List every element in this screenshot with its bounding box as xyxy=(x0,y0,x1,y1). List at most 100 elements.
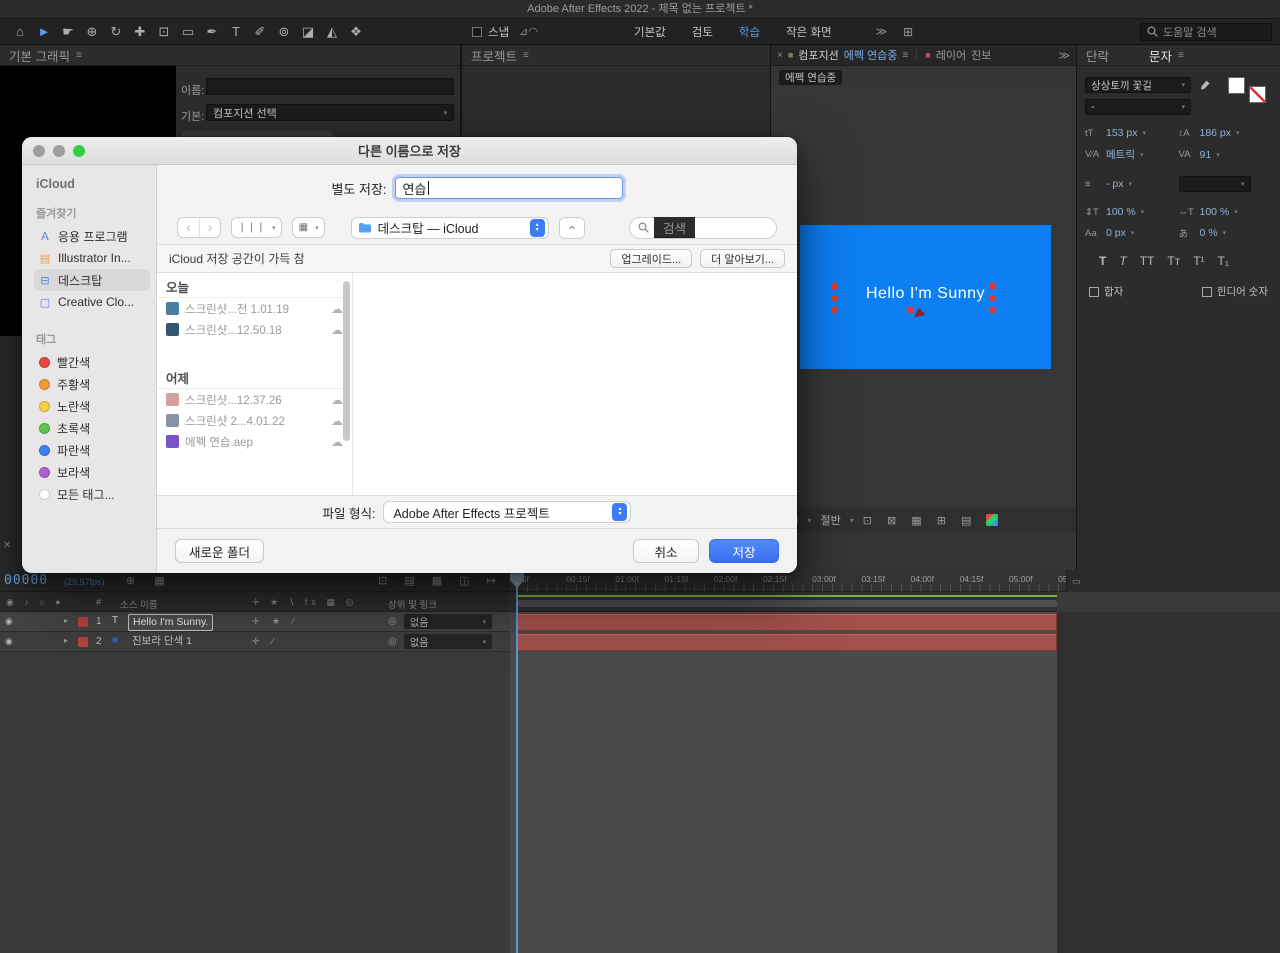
home-tool-icon[interactable]: ⌂ xyxy=(8,24,32,39)
dialog-titlebar[interactable]: 다른 이름으로 저장 xyxy=(22,137,797,165)
icloud-download-icon[interactable]: ☁ xyxy=(331,414,343,428)
baseline-shift-control[interactable]: Aa 0 px ▾ xyxy=(1085,226,1179,240)
upgrade-button[interactable]: 업그레이드... xyxy=(610,249,693,268)
zoom-traffic-light[interactable] xyxy=(73,145,85,157)
shape-tool-icon[interactable]: ▭ xyxy=(176,24,200,40)
primary-comp-dropdown[interactable]: 컴포지션 선택 ▾ xyxy=(206,104,454,121)
resolution-dropdown[interactable]: 절반 xyxy=(820,512,840,528)
snap-angle-icon[interactable]: ⊿ xyxy=(519,26,528,38)
selection-tool-icon[interactable]: ► xyxy=(32,24,56,39)
panel-menu-icon[interactable]: ≡ xyxy=(523,50,529,61)
layer-row[interactable]: ◉ ▸ 1 T Hello I'm Sunny. ✛ ★ ∕ ◎ 없음 ▾ xyxy=(0,612,510,632)
file-format-dropdown[interactable]: Adobe After Effects 프로젝트 ▴ ▾ xyxy=(383,501,632,523)
format-stepper[interactable]: ▴ ▾ xyxy=(612,503,628,521)
expand-chevron-icon[interactable]: ▸ xyxy=(64,636,68,645)
workspace-overflow-icon[interactable]: ≫ xyxy=(876,25,888,38)
sidebar-favorite-item[interactable]: ▤ Illustrator In... xyxy=(34,247,150,269)
composition-breadcrumb[interactable]: 에펙 연습중 xyxy=(779,70,843,85)
expand-button[interactable]: › xyxy=(558,216,585,239)
layer-duration-bar[interactable] xyxy=(517,613,1057,631)
project-panel-header[interactable]: 프로젝트 ≡ xyxy=(462,45,770,66)
layer-label-color[interactable] xyxy=(78,637,88,647)
type-tool-icon[interactable]: T xyxy=(224,24,248,39)
channel-color-icon[interactable] xyxy=(986,514,999,526)
file-row[interactable]: 스크린샷...12.50.18 ☁ xyxy=(157,319,352,340)
eyedropper-icon[interactable] xyxy=(1199,79,1211,91)
help-search-field[interactable]: 도움말 검색 xyxy=(1140,22,1272,41)
timeline-search-icons[interactable]: ⊕ ▦ xyxy=(126,574,173,587)
sidebar-tag-item[interactable]: 보라색 xyxy=(34,461,150,483)
zoom-tool-icon[interactable]: ⊕ xyxy=(80,24,104,40)
essential-graphics-header[interactable]: 기본 그래픽 ≡ xyxy=(0,45,460,66)
type-style-button[interactable]: T xyxy=(1119,254,1126,268)
file-browser-empty-area[interactable] xyxy=(353,273,797,495)
filename-input[interactable]: 연습 xyxy=(394,177,623,199)
workspace-tab[interactable]: 검토 xyxy=(692,24,713,40)
kerning-value[interactable]: 메트릭 xyxy=(1106,147,1135,162)
type-style-button[interactable]: T¹ xyxy=(1193,254,1204,268)
location-dropdown[interactable]: 데스크탑 — iCloud ▴ ▾ xyxy=(350,216,549,239)
sidebar-tag-item[interactable]: 초록색 xyxy=(34,417,150,439)
location-stepper[interactable]: ▴ ▾ xyxy=(529,218,545,237)
tracking-control[interactable]: VA 91 ▾ xyxy=(1179,147,1273,162)
selection-handle[interactable] xyxy=(831,283,837,289)
cancel-button[interactable]: 취소 xyxy=(633,539,699,563)
selection-handle[interactable] xyxy=(989,283,995,289)
pan-behind-tool-icon[interactable]: ⊡ xyxy=(152,24,176,40)
layer-switches[interactable]: ✛ ★ ∕ xyxy=(252,616,299,627)
layer-tab[interactable]: 레이어 xyxy=(936,47,966,63)
brush-tool-icon[interactable]: ✐ xyxy=(248,24,272,40)
layer-tab-name[interactable]: 진보 xyxy=(971,47,991,63)
tsume-control[interactable]: あ 0 % ▾ xyxy=(1179,226,1273,240)
selection-handle[interactable] xyxy=(989,307,995,313)
group-view-control[interactable]: ▦ ▾ xyxy=(291,217,325,238)
timeline-track-area[interactable] xyxy=(510,612,1057,953)
layer-number-column[interactable]: # xyxy=(96,597,101,608)
selection-handle[interactable] xyxy=(831,295,837,301)
kerning-control[interactable]: V∕A 메트릭 ▾ xyxy=(1085,147,1179,162)
tracking-value[interactable]: 91 xyxy=(1200,149,1212,161)
sidebar-tag-item[interactable]: 파란색 xyxy=(34,439,150,461)
type-style-button[interactable]: T xyxy=(1099,254,1106,268)
pen-tool-icon[interactable]: ✒ xyxy=(200,24,224,40)
roto-brush-tool-icon[interactable]: ◭ xyxy=(320,24,344,40)
composition-canvas[interactable]: Hello I'm Sunny xyxy=(800,225,1051,369)
fill-color-swatch[interactable] xyxy=(1228,77,1245,94)
eraser-tool-icon[interactable]: ◪ xyxy=(296,24,320,40)
sidebar-favorite-item[interactable]: ▢ Creative Clo... xyxy=(34,291,150,313)
parent-link-column[interactable]: 상위 및 링크 xyxy=(388,597,437,611)
stroke-style-dropdown[interactable]: ▾ xyxy=(1178,176,1273,192)
canvas-text-layer[interactable]: Hello I'm Sunny xyxy=(800,285,1051,303)
forward-button[interactable]: › xyxy=(199,218,220,237)
file-row[interactable]: 스크린샷...12.37.26 ☁ xyxy=(157,389,352,410)
parent-dropdown[interactable]: 없음 ▾ xyxy=(404,634,492,649)
pan-camera-tool-icon[interactable]: ✚ xyxy=(128,24,152,40)
workspace-tab[interactable]: 기본값 xyxy=(634,24,666,40)
selection-handle[interactable] xyxy=(989,295,995,301)
clone-stamp-tool-icon[interactable]: ⊚ xyxy=(272,24,296,40)
layer-duration-bar[interactable] xyxy=(517,633,1057,651)
leading-value[interactable]: 186 px xyxy=(1200,127,1232,139)
sidebar-tag-item[interactable]: 주황색 xyxy=(34,373,150,395)
timeline-option-icons[interactable]: ⊡ ▤ ▦ ◫ ↦ xyxy=(378,574,503,587)
comp-marker-icon[interactable]: ▭ xyxy=(1072,576,1081,587)
layer-name[interactable]: 진보라 단색 1 xyxy=(128,634,196,649)
new-folder-button[interactable]: 새로운 폴더 xyxy=(175,539,264,563)
type-style-button[interactable]: T₁ xyxy=(1218,254,1229,268)
current-time-indicator[interactable] xyxy=(516,570,518,953)
baseline-shift-value[interactable]: 0 px xyxy=(1106,227,1126,239)
panel-menu-icon[interactable]: ≡ xyxy=(1178,50,1184,61)
orbit-camera-tool-icon[interactable]: ↻ xyxy=(104,24,128,40)
horizontal-scale-value[interactable]: 100 % xyxy=(1200,206,1230,218)
file-row[interactable]: 스크린샷...전 1.01.19 ☁ xyxy=(157,298,352,319)
dialog-search-field[interactable]: 검색 xyxy=(629,216,777,239)
view-option-icons[interactable]: ⊡ ⊠ ▦ ⊞ ▤ xyxy=(863,514,978,527)
font-size-value[interactable]: 153 px xyxy=(1106,127,1138,139)
visibility-eye-icon[interactable]: ◉ xyxy=(5,616,13,627)
layer-row[interactable]: ◉ ▸ 2 ■ 진보라 단색 1 ✛ ∕ ◎ 없음 ▾ xyxy=(0,632,510,652)
panel-menu-icon[interactable]: ≡ xyxy=(76,50,82,61)
hindi-digits-checkbox[interactable] xyxy=(1201,286,1212,297)
source-name-column[interactable]: 소스 이름 xyxy=(120,597,158,611)
parent-pickwhip-icon[interactable]: ◎ xyxy=(388,636,397,647)
font-size-control[interactable]: tT 153 px ▾ xyxy=(1085,127,1179,139)
